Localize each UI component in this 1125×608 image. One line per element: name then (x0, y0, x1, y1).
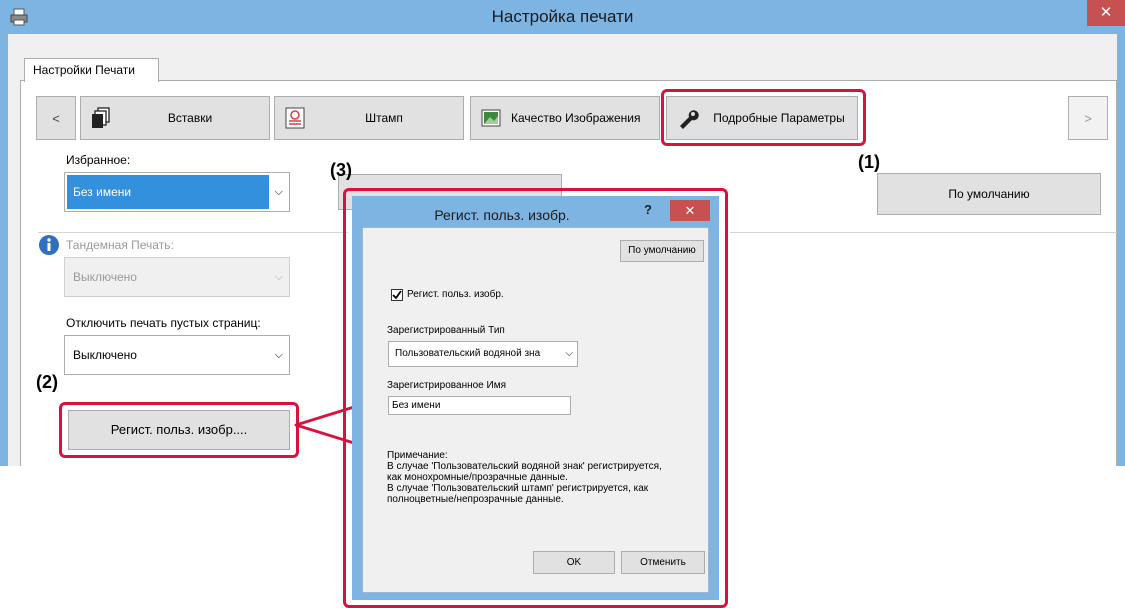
marker-2: (2) (36, 372, 58, 392)
blank-pages-select[interactable]: Выключено ⌵ (64, 335, 290, 375)
nav-stamp-label: Штамп (365, 111, 403, 125)
dialog-body: По умолчанию Регист. польз. изобр. Зарег… (362, 227, 709, 593)
info-icon (39, 235, 59, 255)
nav-image-quality-button[interactable]: Качество Изображения (470, 96, 660, 140)
register-image-button[interactable]: Регист. польз. изобр.... (68, 410, 290, 450)
register-checkbox-label: Регист. польз. изобр. (407, 289, 504, 300)
marker-1: (1) (858, 152, 880, 172)
separator-left (38, 232, 348, 233)
blank-pages-value: Выключено (73, 348, 137, 362)
favorites-select[interactable]: Без имени ⌵ (64, 172, 290, 212)
highlight-advanced-tab (661, 89, 866, 146)
tandem-select[interactable]: Выключено ⌵ (64, 257, 290, 297)
window-close-button[interactable]: ✕ (1087, 0, 1125, 26)
chevron-down-icon: ⌵ (274, 271, 283, 283)
name-value: Без имени (392, 400, 441, 411)
tandem-label: Тандемная Печать: (66, 238, 174, 252)
window-title: Настройка печати (491, 7, 634, 26)
blank-pages-label: Отключить печать пустых страниц: (66, 316, 261, 330)
register-checkbox[interactable] (391, 289, 403, 301)
note-line: как монохромные/прозрачные данные. (387, 472, 568, 483)
dialog-title: Регист. польз. изобр. (434, 207, 570, 223)
type-select[interactable]: Пользовательский водяной зна ⌵ (388, 341, 578, 367)
register-image-dialog: Регист. польз. изобр. ? ✕ По умолчанию Р… (352, 196, 719, 600)
chevron-down-icon: ⌵ (565, 348, 573, 359)
stamp-icon (285, 107, 305, 129)
nav-stamp-button[interactable]: Штамп (274, 96, 464, 140)
image-quality-icon (481, 109, 501, 127)
tab-print-settings[interactable]: Настройки Печати (24, 58, 159, 82)
marker-3: (3) (330, 160, 352, 180)
tandem-value: Выключено (73, 270, 137, 284)
note-line: полноцветные/непрозрачные данные. (387, 494, 564, 505)
nav-next-button[interactable]: > (1068, 96, 1108, 140)
dialog-close-button[interactable]: ✕ (670, 200, 710, 221)
nav-inserts-label: Вставки (167, 111, 213, 125)
help-button[interactable]: ? (640, 202, 656, 220)
dialog-defaults-button[interactable]: По умолчанию (620, 240, 704, 262)
chevron-down-icon: ⌵ (274, 349, 283, 361)
inserts-icon (92, 107, 110, 128)
favorites-label: Избранное: (66, 153, 131, 167)
chevron-right-icon: > (1084, 110, 1092, 126)
favorites-value: Без имени (73, 185, 132, 199)
type-label: Зарегистрированный Тип (387, 325, 505, 336)
nav-inserts-button[interactable]: Вставки (80, 96, 270, 140)
window-border-right (1117, 34, 1125, 466)
cancel-button[interactable]: Отменить (621, 551, 705, 574)
note-line: Примечание: (387, 450, 448, 461)
type-value: Пользовательский водяной зна (395, 348, 541, 359)
name-input[interactable]: Без имени (388, 396, 571, 415)
chevron-left-icon: < (52, 110, 60, 126)
note-line: В случае 'Пользовательский водяной знак'… (387, 461, 662, 472)
ok-button[interactable]: OK (533, 551, 615, 574)
chevron-down-icon: ⌵ (274, 186, 283, 198)
note-block: Примечание: В случае 'Пользовательский в… (387, 450, 707, 505)
nav-prev-button[interactable]: < (36, 96, 76, 140)
name-label: Зарегистрированное Имя (387, 380, 506, 391)
window-border-left (0, 34, 8, 466)
nav-image-quality-label: Качество Изображения (511, 111, 641, 125)
checkmark-icon (392, 290, 402, 300)
separator-right (730, 232, 1117, 233)
note-line: В случае 'Пользовательский штамп' регист… (387, 483, 649, 494)
defaults-button[interactable]: По умолчанию (877, 173, 1101, 215)
